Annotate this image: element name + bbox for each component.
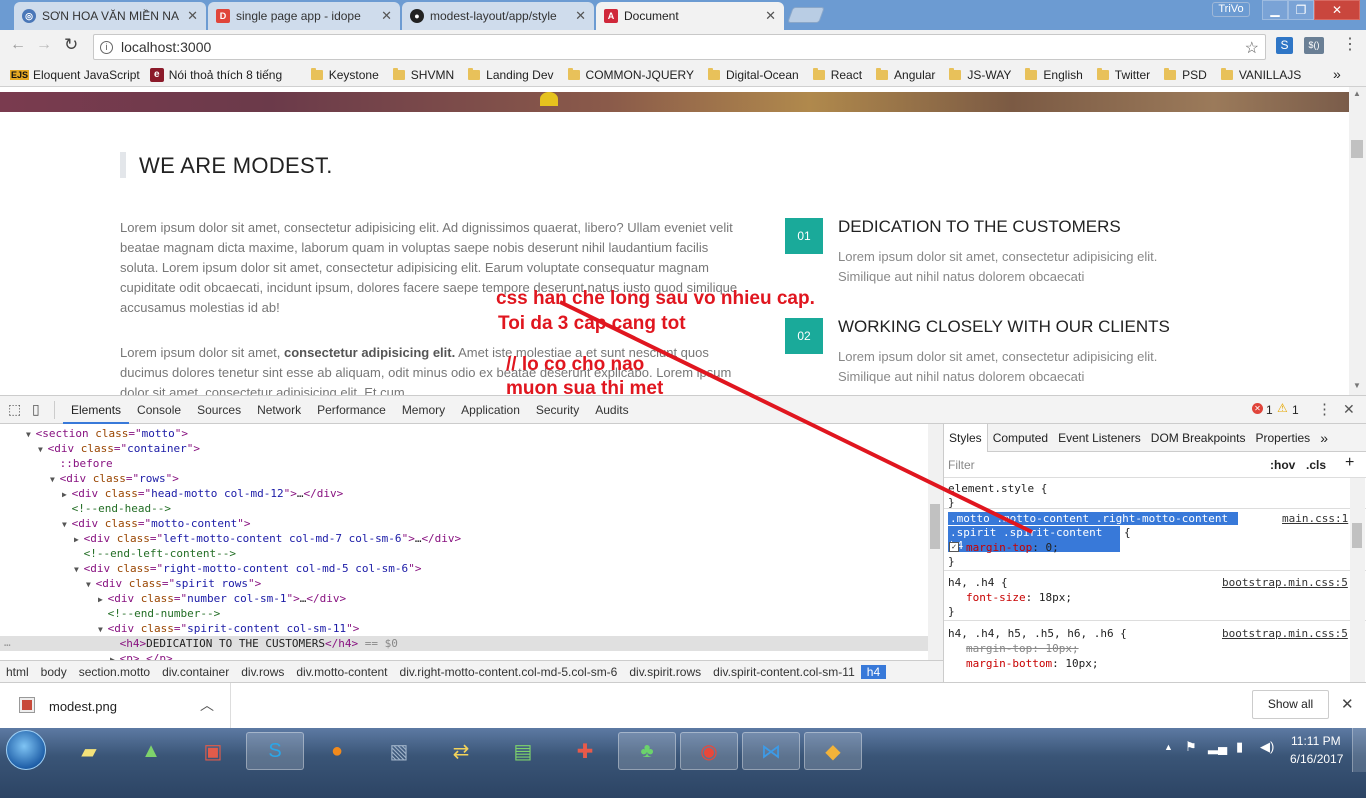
download-bar: modest.png ︿ Show all ✕ bbox=[0, 682, 1366, 729]
chrome-icon[interactable]: ◉ bbox=[680, 732, 738, 770]
skype-icon[interactable]: S bbox=[246, 732, 304, 770]
rocket-icon[interactable]: ▲ bbox=[122, 732, 180, 770]
clock-date[interactable]: 6/16/2017 bbox=[1290, 752, 1343, 766]
security-icon[interactable]: ▧ bbox=[370, 732, 428, 770]
chart-icon[interactable]: ▤ bbox=[494, 732, 552, 770]
tray-expand-icon[interactable]: ▲ bbox=[1164, 742, 1173, 752]
tools-icon[interactable]: ✚ bbox=[556, 732, 614, 770]
download-close-icon[interactable]: ✕ bbox=[1341, 695, 1354, 713]
download-file-name[interactable]: modest.png bbox=[49, 699, 117, 714]
app-icon[interactable]: ◆ bbox=[804, 732, 862, 770]
chevron-up-icon[interactable]: ︿ bbox=[200, 695, 214, 715]
signal-icon[interactable]: ▂▄ bbox=[1208, 739, 1227, 755]
image-file-icon bbox=[19, 697, 35, 713]
network-icon[interactable]: ⇄ bbox=[432, 732, 490, 770]
vscode-icon[interactable]: ⋈ bbox=[742, 732, 800, 770]
flag-icon[interactable]: ⚑ bbox=[1185, 739, 1197, 755]
sticky-notes-icon[interactable]: ▰ bbox=[60, 732, 118, 770]
annotation-arrow bbox=[559, 300, 1033, 534]
arrow-line bbox=[559, 300, 1033, 534]
firefox-icon[interactable]: ● bbox=[308, 732, 366, 770]
show-all-button[interactable]: Show all bbox=[1252, 690, 1329, 719]
show-desktop-button[interactable] bbox=[1352, 728, 1366, 772]
solitaire-icon[interactable]: ♣ bbox=[618, 732, 676, 770]
battery-icon[interactable]: ▮ bbox=[1236, 739, 1243, 755]
clock-time[interactable]: 11:11 PM bbox=[1291, 734, 1341, 748]
volume-icon[interactable]: ◀) bbox=[1260, 739, 1274, 755]
remote-desktop-icon[interactable]: ▣ bbox=[184, 732, 242, 770]
taskbar: ▰ ▲ ▣ S ● ▧ ⇄ ▤ ✚ ♣ ◉ ⋈ ◆ ▲ ⚑ ▂▄ ▮ ◀) 11… bbox=[0, 728, 1366, 798]
divider bbox=[230, 683, 231, 729]
windows-start-icon[interactable] bbox=[6, 730, 46, 770]
